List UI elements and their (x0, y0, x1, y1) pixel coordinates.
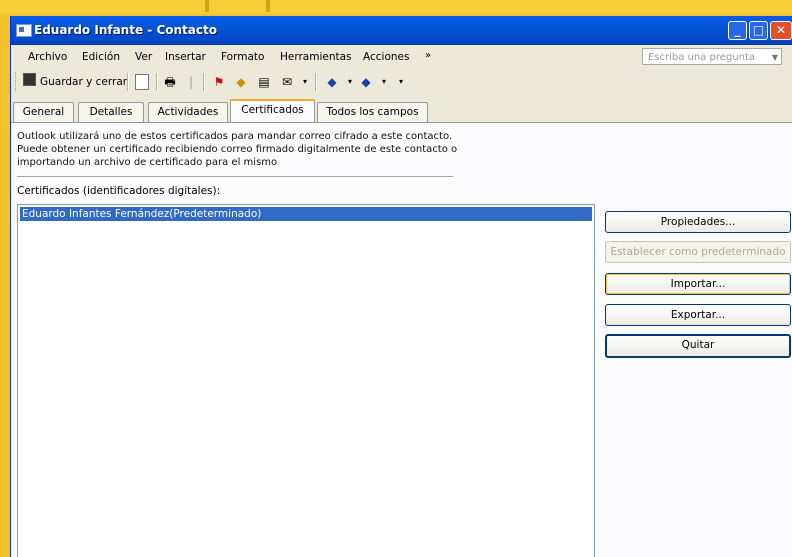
address-book-icon[interactable]: ▤ (256, 74, 272, 90)
desktop-artifact (266, 0, 270, 12)
toolbar-grip[interactable] (15, 72, 19, 91)
description-line: importando un archivo de certificado par… (17, 157, 278, 168)
certificates-list[interactable]: Eduardo Infantes Fernández(Predeterminad… (17, 204, 595, 557)
attach-icon: | (188, 75, 194, 89)
previous-icon[interactable]: ◆ (324, 74, 340, 90)
dropdown-arrow-icon[interactable]: ▾ (297, 74, 313, 90)
menu-herramientas[interactable]: Herramientas (280, 51, 352, 63)
dropdown-arrow-icon[interactable]: ▾ (376, 74, 392, 90)
dropdown-arrow-icon[interactable]: ▾ (342, 74, 358, 90)
toolbar-separator (127, 73, 129, 91)
toolbar-separator (203, 73, 205, 91)
toolbar-options-icon[interactable]: ▾ (393, 74, 409, 90)
description-line: Outlook utilizará uno de estos certifica… (17, 131, 453, 142)
standard-toolbar: Guardar y cerrar 🖶 | ⚑ ◆ ▤ ✉ ▾ ◆ ▾ ◆ ▾ ▾ (11, 69, 792, 95)
certificates-list-label: Certificados (identificadores digitales)… (17, 185, 221, 197)
import-button[interactable]: Importar... (605, 273, 791, 295)
menu-archivo[interactable]: Archivo (28, 51, 67, 63)
certificates-panel: Outlook utilizará uno de estos certifica… (11, 122, 792, 557)
desktop-background (0, 0, 792, 14)
tab-detalles[interactable]: Detalles (78, 102, 144, 122)
separator (17, 176, 453, 178)
categories-icon[interactable]: ◆ (233, 74, 249, 90)
save-icon (23, 73, 36, 86)
help-search-input[interactable]: Escriba una pregunta ▼ (642, 48, 782, 65)
menu-insertar[interactable]: Insertar (165, 51, 206, 63)
menu-edicion[interactable]: Edición (82, 51, 120, 63)
desktop-artifact (205, 0, 209, 12)
menu-acciones[interactable]: Acciones (363, 51, 409, 63)
tab-actividades[interactable]: Actividades (148, 102, 228, 122)
properties-button[interactable]: Propiedades... (605, 211, 791, 233)
list-item[interactable]: Eduardo Infantes Fernández(Predeterminad… (20, 207, 592, 221)
description-line: Puede obtener un certificado recibiendo … (17, 144, 458, 155)
tab-certificados[interactable]: Certificados (230, 99, 315, 123)
menu-overflow-icon[interactable]: » (425, 50, 431, 61)
flag-icon[interactable]: ⚑ (211, 74, 227, 90)
help-search-placeholder: Escriba una pregunta (648, 52, 756, 63)
tab-strip: General Detalles Actividades Certificado… (11, 99, 792, 123)
certificates-description: Outlook utilizará uno de estos certifica… (17, 130, 457, 169)
tab-todos-los-campos[interactable]: Todos los campos (317, 102, 428, 122)
save-close-label: Guardar y cerrar (40, 76, 128, 88)
toolbar-separator (156, 73, 158, 91)
toolbar-separator (315, 73, 317, 91)
contact-window: Eduardo Infante - Contacto _ □ ✕ Archivo… (10, 16, 792, 557)
close-button[interactable]: ✕ (770, 21, 792, 40)
menu-ver[interactable]: Ver (135, 51, 152, 63)
export-button[interactable]: Exportar... (605, 304, 791, 326)
next-icon[interactable]: ◆ (358, 74, 374, 90)
insert-file-icon[interactable] (135, 74, 149, 90)
menu-formato[interactable]: Formato (221, 51, 264, 63)
contact-card-icon (16, 24, 32, 37)
print-icon[interactable]: 🖶 (162, 74, 178, 90)
minimize-button[interactable]: _ (728, 21, 747, 40)
set-default-button: Establecer como predeterminado (605, 241, 791, 263)
title-bar[interactable]: Eduardo Infante - Contacto _ □ ✕ (11, 16, 792, 45)
remove-button[interactable]: Quitar (605, 334, 791, 358)
maximize-button[interactable]: □ (749, 21, 768, 40)
new-message-icon[interactable]: ✉ (279, 74, 295, 90)
tab-general[interactable]: General (13, 102, 74, 122)
window-title: Eduardo Infante - Contacto (34, 23, 217, 37)
dropdown-arrow-icon[interactable]: ▼ (772, 49, 778, 66)
save-close-button[interactable]: Guardar y cerrar (23, 73, 127, 91)
